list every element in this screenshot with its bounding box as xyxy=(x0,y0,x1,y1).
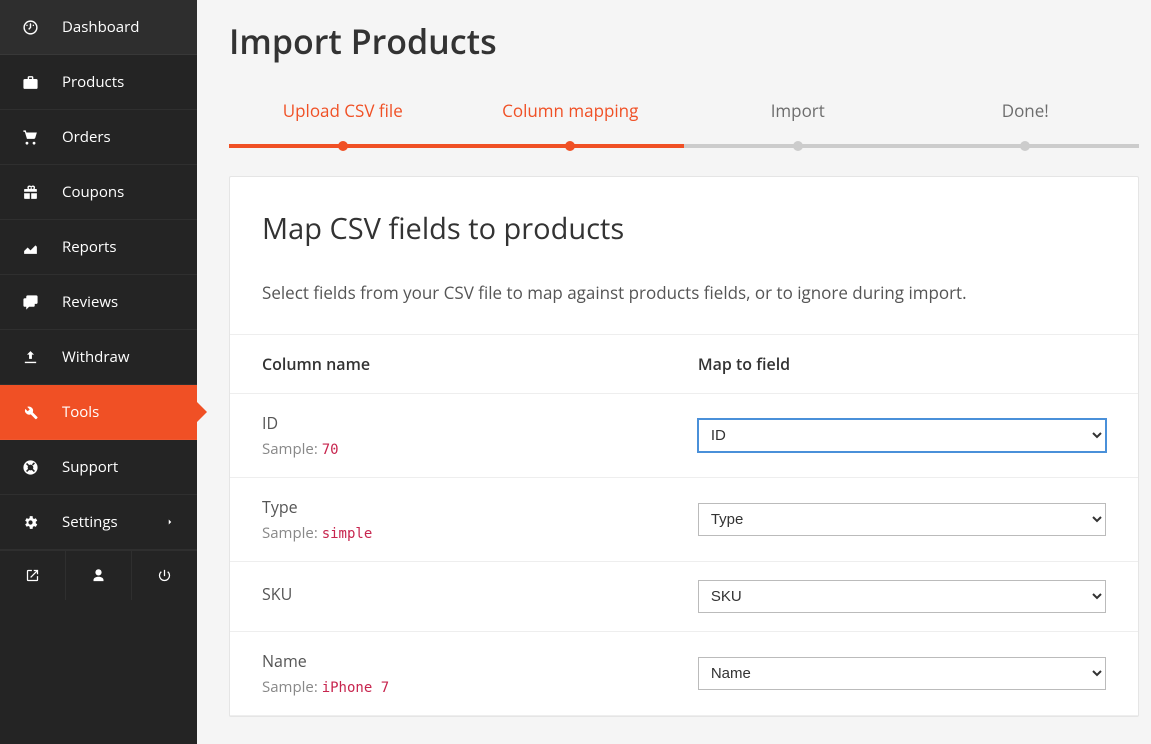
card-title: Map CSV fields to products xyxy=(262,209,1106,248)
step-bar xyxy=(457,144,685,148)
sidebar-item-label: Dashboard xyxy=(62,17,177,37)
cart-icon xyxy=(20,129,40,146)
sidebar-item-label: Coupons xyxy=(62,182,177,202)
table-row: ID Sample: 70 ID xyxy=(230,394,1138,478)
sidebar-item-label: Settings xyxy=(62,512,165,532)
profile-button[interactable] xyxy=(66,551,132,600)
step-bar xyxy=(229,144,457,148)
step-3[interactable]: Import xyxy=(684,99,912,148)
step-dot xyxy=(565,141,575,151)
sidebar-item-dashboard[interactable]: Dashboard xyxy=(0,0,197,55)
map-field-cell: SKU xyxy=(666,562,1138,632)
step-label: Import xyxy=(684,99,912,144)
step-bar xyxy=(912,144,1140,148)
map-field-select[interactable]: ID xyxy=(698,419,1106,452)
step-bar xyxy=(684,144,912,148)
sidebar-item-label: Tools xyxy=(62,402,177,422)
sidebar-item-tools[interactable]: Tools xyxy=(0,385,197,440)
dashboard-icon xyxy=(20,19,40,36)
column-name-cell: ID Sample: 70 xyxy=(230,394,666,478)
step-dot xyxy=(793,141,803,151)
sidebar-item-label: Reports xyxy=(62,237,177,257)
sidebar-item-label: Support xyxy=(62,457,177,477)
step-1[interactable]: Upload CSV file xyxy=(229,99,457,148)
lifebuoy-icon xyxy=(20,459,40,476)
page-title: Import Products xyxy=(229,18,1139,64)
map-field-select[interactable]: Name xyxy=(698,657,1106,690)
sidebar-item-label: Orders xyxy=(62,127,177,147)
mapping-card: Map CSV fields to products Select fields… xyxy=(229,176,1139,717)
column-name-cell: Name Sample: iPhone 7 xyxy=(230,632,666,716)
map-field-select[interactable]: Type xyxy=(698,503,1106,536)
column-name: ID xyxy=(262,412,634,434)
map-field-select[interactable]: SKU xyxy=(698,580,1106,613)
sidebar-item-settings[interactable]: Settings xyxy=(0,495,197,550)
gear-icon xyxy=(20,514,40,531)
chevron-right-icon xyxy=(165,517,177,527)
sidebar-item-withdraw[interactable]: Withdraw xyxy=(0,330,197,385)
power-button[interactable] xyxy=(132,551,197,600)
column-name-cell: Type Sample: simple xyxy=(230,478,666,562)
step-dot xyxy=(1020,141,1030,151)
map-field-cell: Name xyxy=(666,632,1138,716)
upload-icon xyxy=(20,349,40,366)
map-field-cell: ID xyxy=(666,394,1138,478)
external-link-icon xyxy=(25,568,40,583)
column-name: SKU xyxy=(262,583,634,605)
sidebar-item-label: Products xyxy=(62,72,177,92)
column-name-cell: SKU xyxy=(230,562,666,632)
sample-value: Sample: iPhone 7 xyxy=(262,677,634,697)
sidebar-item-coupons[interactable]: Coupons xyxy=(0,165,197,220)
step-label: Upload CSV file xyxy=(229,99,457,144)
sidebar-item-products[interactable]: Products xyxy=(0,55,197,110)
chart-icon xyxy=(20,239,40,256)
table-row: Type Sample: simple Type xyxy=(230,478,1138,562)
main-content: Import Products Upload CSV fileColumn ma… xyxy=(197,0,1151,744)
table-row: Name Sample: iPhone 7 Name xyxy=(230,632,1138,716)
sample-value: Sample: simple xyxy=(262,523,634,543)
comments-icon xyxy=(20,294,40,311)
column-name: Type xyxy=(262,496,634,518)
wrench-icon xyxy=(20,404,40,421)
step-label: Done! xyxy=(912,99,1140,144)
mapping-table: Column name Map to field ID Sample: 70 ID T… xyxy=(230,334,1138,716)
step-2[interactable]: Column mapping xyxy=(457,99,685,148)
table-row: SKU SKU xyxy=(230,562,1138,632)
card-description: Select fields from your CSV file to map … xyxy=(262,280,1106,306)
sample-value: Sample: 70 xyxy=(262,439,634,459)
sidebar-item-orders[interactable]: Orders xyxy=(0,110,197,165)
step-4[interactable]: Done! xyxy=(912,99,1140,148)
step-label: Column mapping xyxy=(457,99,685,144)
sidebar-item-reviews[interactable]: Reviews xyxy=(0,275,197,330)
column-name-header: Column name xyxy=(230,335,666,394)
sidebar-item-support[interactable]: Support xyxy=(0,440,197,495)
column-name: Name xyxy=(262,650,634,672)
sidebar: Dashboard Products Orders Coupons Reports Rev… xyxy=(0,0,197,744)
map-field-cell: Type xyxy=(666,478,1138,562)
user-icon xyxy=(91,568,106,583)
sidebar-item-reports[interactable]: Reports xyxy=(0,220,197,275)
power-icon xyxy=(157,568,172,583)
external-link-button[interactable] xyxy=(0,551,66,600)
progress-stepper: Upload CSV fileColumn mappingImportDone! xyxy=(229,99,1139,148)
sidebar-bottom-bar xyxy=(0,550,197,600)
sidebar-item-label: Withdraw xyxy=(62,347,177,367)
briefcase-icon xyxy=(20,74,40,91)
map-to-field-header: Map to field xyxy=(666,335,1138,394)
step-dot xyxy=(338,141,348,151)
sidebar-item-label: Reviews xyxy=(62,292,177,312)
gift-icon xyxy=(20,184,40,201)
